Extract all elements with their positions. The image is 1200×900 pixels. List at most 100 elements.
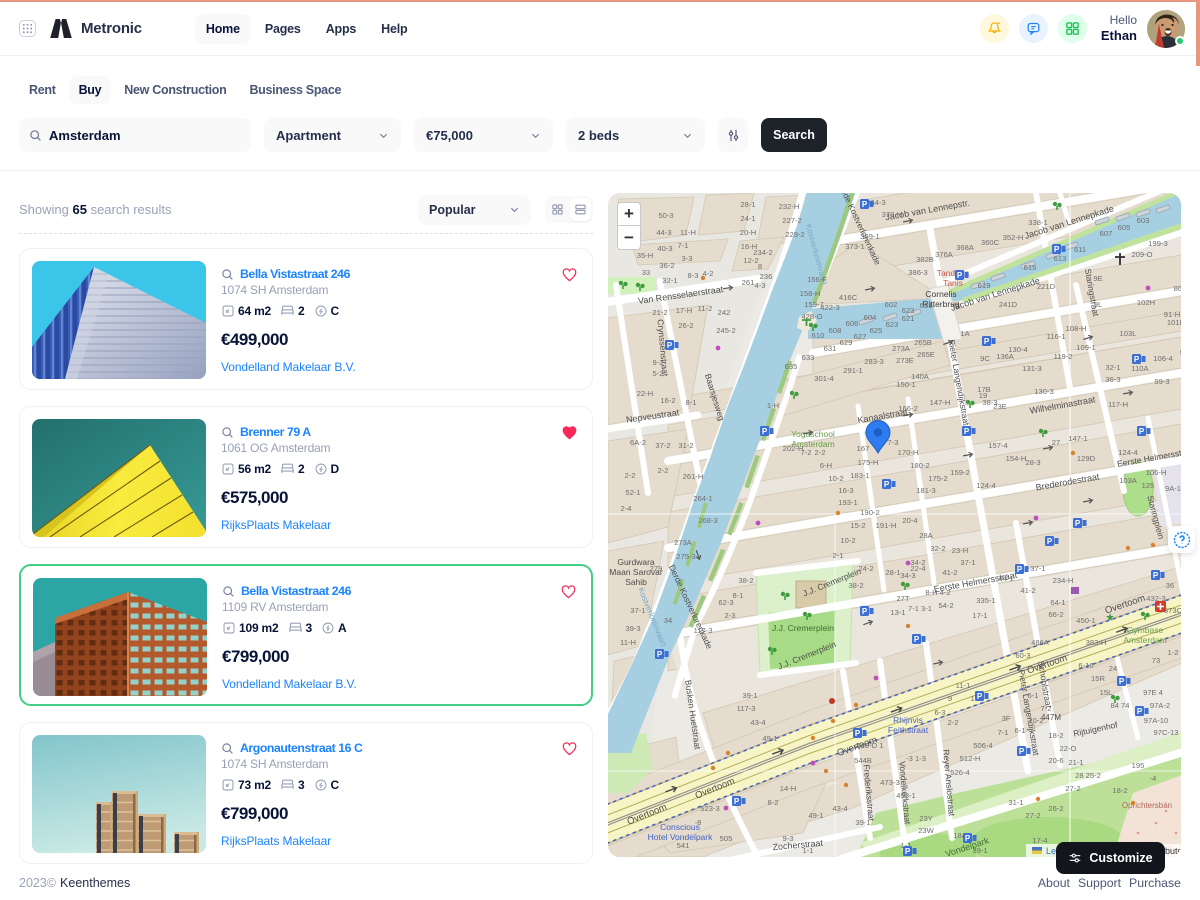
svg-text:22-H: 22-H	[637, 389, 653, 398]
svg-text:64-1: 64-1	[1050, 598, 1065, 607]
svg-text:611: 611	[1074, 245, 1086, 254]
svg-text:623: 623	[902, 306, 915, 315]
svg-text:110A: 110A	[1131, 364, 1149, 373]
svg-text:183-1: 183-1	[850, 471, 869, 480]
svg-text:242: 242	[718, 308, 731, 317]
svg-text:38-2: 38-2	[738, 576, 753, 585]
svg-text:368A: 368A	[956, 243, 975, 252]
svg-text:P: P	[914, 635, 920, 644]
svg-text:382B: 382B	[916, 255, 934, 264]
svg-text:-8: -8	[695, 818, 702, 827]
svg-text:P: P	[862, 200, 868, 209]
svg-text:265B: 265B	[914, 338, 932, 347]
svg-text:11-H: 11-H	[680, 228, 696, 237]
svg-text:610: 610	[812, 331, 825, 340]
svg-text:5-2: 5-2	[653, 369, 664, 378]
svg-text:31-1: 31-1	[1008, 798, 1023, 807]
svg-text:154-H: 154-H	[1006, 454, 1027, 463]
svg-text:P: P	[862, 607, 868, 616]
svg-text:8: 8	[758, 262, 762, 271]
svg-text:130-4: 130-4	[1008, 345, 1027, 354]
svg-text:167: 167	[857, 444, 870, 453]
svg-text:P: P	[1054, 245, 1060, 254]
svg-text:28-1: 28-1	[740, 200, 755, 209]
svg-text:130-3: 130-3	[1034, 387, 1053, 396]
svg-text:6-3: 6-3	[935, 708, 946, 717]
svg-text:41-2: 41-2	[1020, 586, 1035, 595]
svg-text:-3 1-3: -3 1-3	[906, 754, 926, 763]
svg-text:335-1: 335-1	[976, 596, 995, 605]
svg-text:P: P	[1017, 565, 1023, 574]
svg-text:364-3: 364-3	[866, 198, 885, 207]
svg-text:1A: 1A	[960, 329, 970, 338]
svg-text:24-2: 24-2	[858, 564, 873, 573]
svg-text:9C: 9C	[980, 354, 990, 363]
svg-text:23-H: 23-H	[952, 546, 968, 555]
svg-text:P: P	[884, 480, 890, 489]
svg-text:P: P	[1137, 707, 1143, 716]
svg-text:43-4: 43-4	[750, 718, 765, 727]
svg-text:32-1: 32-1	[662, 276, 677, 285]
svg-text:868: 868	[1174, 284, 1181, 293]
svg-text:27-2: 27-2	[1025, 811, 1040, 820]
svg-text:283-3: 283-3	[864, 357, 883, 366]
svg-text:635: 635	[785, 362, 798, 371]
svg-text:97C-13: 97C-13	[1154, 728, 1179, 737]
svg-text:605: 605	[1118, 223, 1131, 232]
svg-text:117-3: 117-3	[694, 626, 713, 635]
svg-text:10-2: 10-2	[1028, 716, 1043, 725]
svg-text:7-1 3-1: 7-1 3-1	[908, 604, 932, 613]
svg-text:506-4: 506-4	[973, 741, 992, 750]
svg-text:125: 125	[1142, 481, 1155, 490]
svg-text:166-2: 166-2	[898, 404, 917, 413]
svg-text:116-1: 116-1	[1047, 332, 1066, 341]
svg-text:359-1: 359-1	[860, 232, 879, 241]
svg-text:633: 633	[802, 353, 815, 362]
svg-text:541: 541	[677, 841, 690, 850]
svg-text:512-H: 512-H	[960, 754, 981, 763]
svg-text:20-4: 20-4	[902, 516, 917, 525]
svg-text:16-3: 16-3	[838, 486, 853, 495]
svg-text:27T: 27T	[896, 594, 909, 603]
svg-text:190-2: 190-2	[860, 508, 879, 517]
svg-text:3-3: 3-3	[682, 254, 693, 263]
svg-text:37-1: 37-1	[960, 558, 975, 567]
svg-text:10-2: 10-2	[828, 474, 843, 483]
svg-text:117-H: 117-H	[1108, 400, 1128, 409]
svg-text:623: 623	[886, 320, 899, 329]
svg-text:6-H: 6-H	[820, 461, 832, 470]
svg-text:17-H: 17-H	[676, 306, 692, 315]
svg-text:28A: 28A	[919, 531, 933, 540]
svg-text:20-6: 20-6	[1048, 756, 1063, 765]
svg-text:7-1: 7-1	[678, 241, 689, 250]
svg-text:526-4: 526-4	[950, 768, 969, 777]
svg-text:352-H: 352-H	[1003, 233, 1024, 242]
svg-text:1-2: 1-2	[1168, 648, 1179, 657]
svg-text:41-2: 41-2	[942, 568, 957, 577]
svg-text:103A: 103A	[1119, 476, 1138, 485]
svg-text:613: 613	[1054, 254, 1067, 263]
svg-text:54-2: 54-2	[938, 601, 953, 610]
svg-text:P: P	[965, 834, 971, 843]
svg-text:615: 615	[1024, 263, 1037, 272]
svg-text:209-O: 209-O	[1131, 250, 1152, 259]
svg-text:99-3: 99-3	[1154, 377, 1169, 386]
svg-text:147-H: 147-H	[930, 398, 951, 407]
svg-text:147-1: 147-1	[1068, 434, 1087, 443]
svg-text:P: P	[762, 427, 768, 436]
svg-text:Cornelis: Cornelis	[925, 289, 956, 299]
svg-text:1-H: 1-H	[767, 401, 779, 410]
svg-text:8-1: 8-1	[733, 591, 744, 600]
svg-text:544B: 544B	[854, 756, 872, 765]
svg-text:221D: 221D	[1037, 282, 1056, 291]
svg-text:Feithstraat: Feithstraat	[888, 725, 929, 735]
svg-text:P: P	[1139, 427, 1145, 436]
svg-text:-4: -4	[1150, 774, 1157, 783]
svg-text:291-1: 291-1	[843, 366, 862, 375]
svg-text:28-1: 28-1	[885, 568, 900, 577]
svg-text:124-4: 124-4	[1118, 448, 1137, 457]
svg-text:234-2: 234-2	[753, 248, 772, 257]
svg-text:422-3: 422-3	[820, 303, 839, 312]
svg-text:9E: 9E	[1093, 274, 1102, 283]
svg-text:234-H: 234-H	[1053, 576, 1074, 585]
